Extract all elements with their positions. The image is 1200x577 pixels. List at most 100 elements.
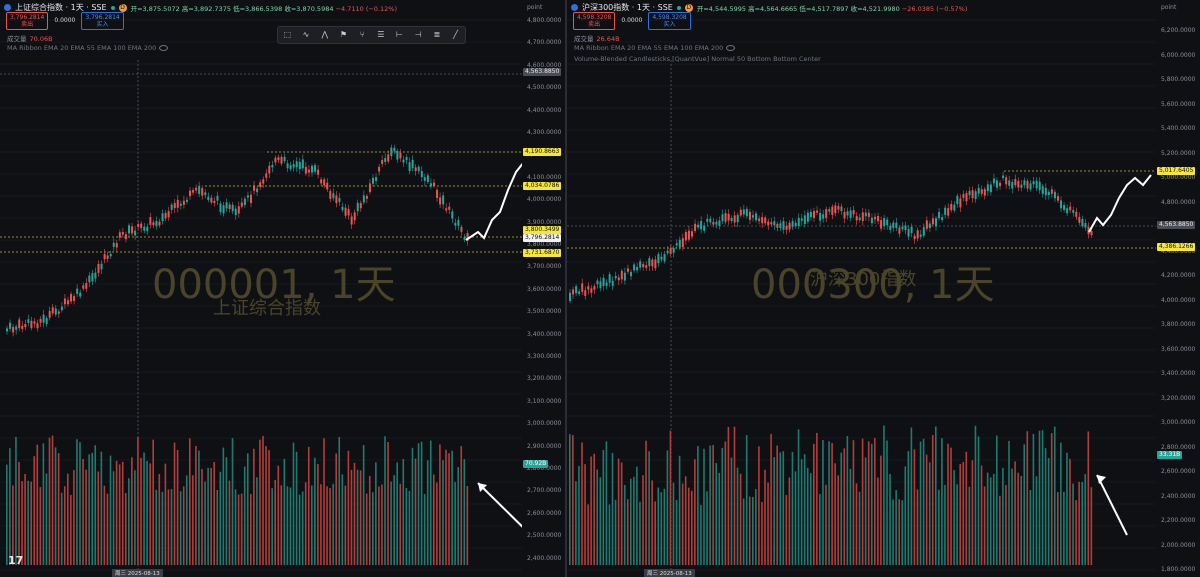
candle-body [445, 208, 448, 211]
candle-body [773, 221, 776, 226]
time-axis-right[interactable]: 周三 2025-08-13 [567, 569, 1156, 577]
candle-body [70, 294, 73, 302]
volume-bar [1057, 492, 1059, 565]
price-axis-right[interactable]: point 6,200.0000 6,000.0000 5,800.0000 5,60… [1156, 0, 1200, 577]
select-frame-icon[interactable]: ⬚ [282, 30, 293, 40]
fib-levels-icon[interactable]: ☰ [375, 30, 386, 40]
candle-body [42, 314, 45, 323]
volume-bar [953, 470, 955, 565]
volume-bar [974, 425, 977, 565]
candle-body [663, 254, 666, 262]
indicator-ma-ribbon-left[interactable]: MA Ribbon EMA 20 EMA 55 EMA 100 EMA 200 [7, 44, 169, 52]
volume-bar [295, 451, 298, 565]
candle-body [1060, 200, 1063, 209]
buy-price: 4,598.3208 [652, 14, 687, 21]
candle-body [593, 286, 596, 290]
polyline-tool-icon[interactable]: ⋀ [319, 30, 330, 40]
level-low-tag: 4,386.1266 [1157, 243, 1196, 251]
candle-body [996, 180, 998, 188]
settings-list-icon[interactable]: ≣ [431, 30, 442, 40]
candle-body [886, 219, 889, 226]
candle-body [782, 221, 785, 230]
candle-body [630, 272, 632, 277]
volume-bar [776, 445, 778, 565]
price-tick-label: 5,000.0000 [1161, 174, 1196, 181]
candle-body [362, 195, 365, 203]
candle-body [198, 185, 201, 194]
ray-tool-icon[interactable]: ⊣ [413, 30, 424, 40]
candle-body [639, 261, 642, 268]
volume-bar [1035, 476, 1038, 565]
volume-bar [134, 470, 136, 565]
volume-bar [1044, 448, 1047, 565]
chart-pane-sse-composite[interactable]: 上证综合指数 · 1天 · SSE D 开=3,875.5072 高=3,892… [0, 0, 565, 577]
volume-bar [681, 483, 684, 565]
eye-icon[interactable] [159, 45, 169, 51]
time-axis-left[interactable]: 周三 2025-08-13 [0, 569, 522, 577]
indicator-ma-ribbon-right[interactable]: MA Ribbon EMA 20 EMA 55 EMA 100 EMA 200 [574, 44, 736, 52]
price-tick-label: 2,000.0000 [1161, 541, 1196, 549]
candle-body [874, 216, 876, 220]
volume-bar [411, 447, 414, 565]
candle-body [304, 166, 307, 174]
volume-bar [63, 486, 66, 565]
candle-body [45, 318, 48, 324]
sell-button[interactable]: 3,796.2814 卖出 [6, 12, 49, 30]
candle-body [158, 221, 161, 226]
candle-body [460, 226, 463, 232]
fork-tool-icon[interactable]: ⑂ [357, 30, 368, 40]
candle-body [959, 198, 962, 208]
sell-button[interactable]: 4,598.3208 卖出 [573, 12, 616, 30]
volume-bar [935, 426, 937, 565]
chart-pane-csi300[interactable]: 沪深300指数 · 1天 · SSE D 开=4,544.5995 高=4,56… [567, 0, 1200, 577]
volume-bar [947, 443, 949, 565]
volume-bar [599, 477, 602, 565]
volume-bar [898, 499, 900, 565]
volume-bar [6, 464, 8, 565]
candle-body [76, 288, 79, 294]
volume-bar [724, 441, 727, 565]
candle-body [986, 184, 989, 192]
volume-bar [231, 438, 234, 565]
tradingview-logo[interactable]: 17 [8, 554, 23, 567]
spread-value: 0.0000 [54, 17, 76, 24]
volume-bar [980, 465, 983, 565]
volume-bar [1078, 481, 1080, 565]
level-support-tag: 3,800.3499 [523, 226, 562, 234]
candle-body [584, 290, 587, 296]
horizontal-line-icon[interactable]: ⊢ [394, 30, 405, 40]
candle-body [1011, 182, 1014, 189]
candle-body [980, 189, 983, 194]
flag-tool-icon[interactable]: ⚑ [338, 30, 349, 40]
candle-body [687, 230, 690, 240]
volume-bar [1017, 472, 1019, 565]
volume-bar [846, 436, 849, 565]
volume-bar [660, 492, 663, 565]
buy-label: 买入 [96, 21, 109, 28]
price-tick-label: 4,400.0000 [527, 106, 562, 114]
price-tick-label: 4,800.0000 [1161, 198, 1196, 206]
volume-bar [950, 447, 952, 565]
candle-body [776, 223, 779, 228]
volume-bar [636, 466, 638, 565]
candle-body [590, 288, 593, 293]
buy-button[interactable]: 3,796.2814 买入 [81, 12, 124, 30]
level-high-tag: 5,017.6405 [1157, 167, 1196, 175]
volume-bar [390, 481, 392, 565]
buy-button[interactable]: 4,598.3208 买入 [648, 12, 691, 30]
candle-body [164, 213, 167, 219]
price-axis-left[interactable]: point 4,800.0000 4,700.0000 4,600.0000 4,50… [522, 0, 565, 577]
candle-body [977, 187, 980, 194]
candle-body [828, 209, 831, 212]
candle-body [103, 253, 106, 260]
indicator-vbc-right[interactable]: Volume-Blended Candlesticks [QuantVue] N… [574, 55, 821, 63]
eye-icon[interactable] [726, 45, 736, 51]
volume-bar [256, 477, 258, 565]
trend-line-icon[interactable]: ╱ [450, 30, 461, 40]
path-tool-icon[interactable]: ∿ [301, 30, 312, 40]
candle-body [365, 195, 368, 199]
price-tick-label: 3,200.0000 [527, 375, 562, 383]
volume-bar [706, 491, 708, 565]
candle-body [797, 217, 800, 227]
candle-body [57, 311, 60, 314]
